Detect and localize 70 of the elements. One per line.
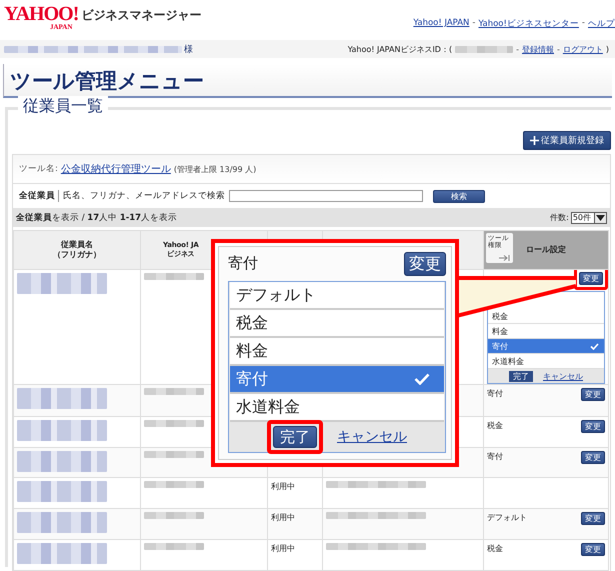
check-icon [590,342,599,350]
status-text: 利用中 [271,482,295,491]
cancel-link[interactable]: キャンセル [543,370,583,382]
header-link[interactable]: Yahoo! JAPAN [413,18,470,30]
logo-wordmark[interactable]: YAHOO! [4,4,78,24]
separator-text: - [516,44,519,54]
separator-text: - [472,18,476,30]
scope-tab[interactable]: 全従業員 [19,190,59,202]
role-option[interactable]: 料金 [488,324,604,339]
section-title: 従業員一覧 [18,96,108,116]
role-text: 税金 [487,543,503,554]
role-option[interactable]: 料金 [230,338,444,366]
status-text: 利用中 [271,513,295,522]
blurred-text [144,512,204,519]
column-header: 従業員名 （フリガナ） [53,240,101,260]
role-option[interactable]: 寄付 [488,339,604,354]
role-option[interactable]: 税金 [230,310,444,338]
search-button[interactable]: 検索 [433,190,485,202]
change-button[interactable]: 変更 [581,420,605,433]
admin-limit-text: (管理者上限 13/99 人) [174,164,256,174]
change-button[interactable]: 変更 [581,543,605,556]
separator-text: - [582,18,585,30]
blurred-text [144,451,204,458]
column-header: ロール設定 [526,244,566,256]
change-button[interactable]: 変更 [581,512,605,525]
page-title: ツール管理メニュー [3,64,612,98]
check-icon [414,373,430,385]
done-button[interactable]: 完了 [509,370,533,382]
account-link[interactable]: 登録情報 [522,44,554,54]
product-name: ビジネスマネージャー [81,7,202,24]
blurred-text [144,388,204,395]
dropdown-arrow-icon [596,214,605,220]
plus-icon [530,136,539,145]
done-button[interactable]: 完了 [273,426,317,448]
role-text: 寄付 [487,388,503,399]
blurred-text [144,273,204,280]
per-page-label: 件数: [550,212,569,223]
role-option[interactable]: 水道料金 [488,354,604,369]
account-link[interactable]: ログアウト [562,44,603,54]
blurred-text [144,543,204,550]
separator-text: - [556,44,560,54]
role-option[interactable]: 水道料金 [230,394,444,422]
search-hint: 氏名、フリガナ、メールアドレスで検索 [63,190,225,202]
per-page-select[interactable]: 50件 [570,212,607,224]
role-text: 寄付 [487,451,503,462]
arrow-icon [499,255,511,261]
role-option[interactable]: 寄付 [230,366,444,394]
business-id-label: Yahoo! JAPANビジネスID：( [348,44,452,54]
role-text: デフォルト [487,512,527,523]
status-text: 利用中 [271,544,295,553]
role-text: 税金 [487,420,503,431]
tool-label: ツール名: [19,163,58,175]
search-field[interactable] [229,190,423,202]
change-button[interactable]: 変更 [579,272,603,285]
change-button[interactable]: 変更 [581,451,605,464]
blurred-text [144,420,204,427]
change-button[interactable]: 変更 [404,252,446,276]
current-role-text: 寄付 [228,254,258,273]
header-link[interactable]: ヘルプ [588,18,615,30]
change-button[interactable]: 変更 [581,388,605,401]
add-employee-button[interactable]: 従業員新規登録 [523,131,611,150]
blurred-text [455,46,514,53]
honorific-text: 様 [184,44,193,56]
closing-text: ) [606,44,609,54]
header-link[interactable]: Yahoo!ビジネスセンター [478,18,579,30]
tool-name-link[interactable]: 公金収納代行管理ツール [60,162,171,176]
result-summary: 全従業員を表示 / 17人中 1-17人を表示 [16,212,178,224]
role-option[interactable]: 税金 [488,309,604,324]
blurred-text [144,481,204,488]
role-option[interactable]: デフォルト [230,282,444,310]
